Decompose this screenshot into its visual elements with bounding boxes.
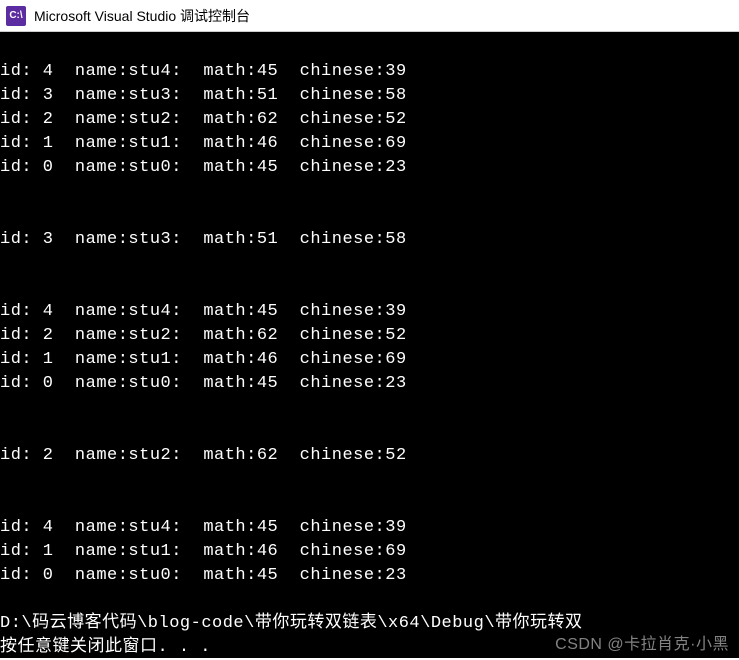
blank-line bbox=[0, 180, 739, 204]
blank-line bbox=[0, 588, 739, 612]
output-row: id: 2 name:stu2: math:62 chinese:52 bbox=[0, 444, 739, 468]
console-area[interactable]: id: 4 name:stu4: math:45 chinese:39id: 3… bbox=[0, 32, 739, 658]
output-row: id: 3 name:stu3: math:51 chinese:58 bbox=[0, 228, 739, 252]
output-row: id: 4 name:stu4: math:45 chinese:39 bbox=[0, 300, 739, 324]
output-row: id: 0 name:stu0: math:45 chinese:23 bbox=[0, 372, 739, 396]
blank-line bbox=[0, 252, 739, 276]
app-icon-text: C:\ bbox=[9, 10, 22, 21]
blank-line bbox=[0, 204, 739, 228]
blank-line bbox=[0, 468, 739, 492]
output-row: id: 2 name:stu2: math:62 chinese:52 bbox=[0, 324, 739, 348]
output-row: id: 0 name:stu0: math:45 chinese:23 bbox=[0, 156, 739, 180]
blank-line bbox=[0, 492, 739, 516]
output-row: id: 0 name:stu0: math:45 chinese:23 bbox=[0, 564, 739, 588]
blank-line bbox=[0, 396, 739, 420]
app-icon: C:\ bbox=[6, 6, 26, 26]
output-row: id: 3 name:stu3: math:51 chinese:58 bbox=[0, 84, 739, 108]
window-titlebar[interactable]: C:\ Microsoft Visual Studio 调试控制台 bbox=[0, 0, 739, 32]
output-row: id: 1 name:stu1: math:46 chinese:69 bbox=[0, 132, 739, 156]
output-row: id: 2 name:stu2: math:62 chinese:52 bbox=[0, 108, 739, 132]
watermark-text: CSDN @卡拉肖克·小黑 bbox=[555, 630, 729, 654]
blank-line bbox=[0, 420, 739, 444]
blank-line bbox=[0, 276, 739, 300]
window-title: Microsoft Visual Studio 调试控制台 bbox=[34, 6, 250, 26]
output-row: id: 1 name:stu1: math:46 chinese:69 bbox=[0, 540, 739, 564]
output-row: id: 4 name:stu4: math:45 chinese:39 bbox=[0, 516, 739, 540]
output-row: id: 1 name:stu1: math:46 chinese:69 bbox=[0, 348, 739, 372]
output-row: id: 4 name:stu4: math:45 chinese:39 bbox=[0, 60, 739, 84]
